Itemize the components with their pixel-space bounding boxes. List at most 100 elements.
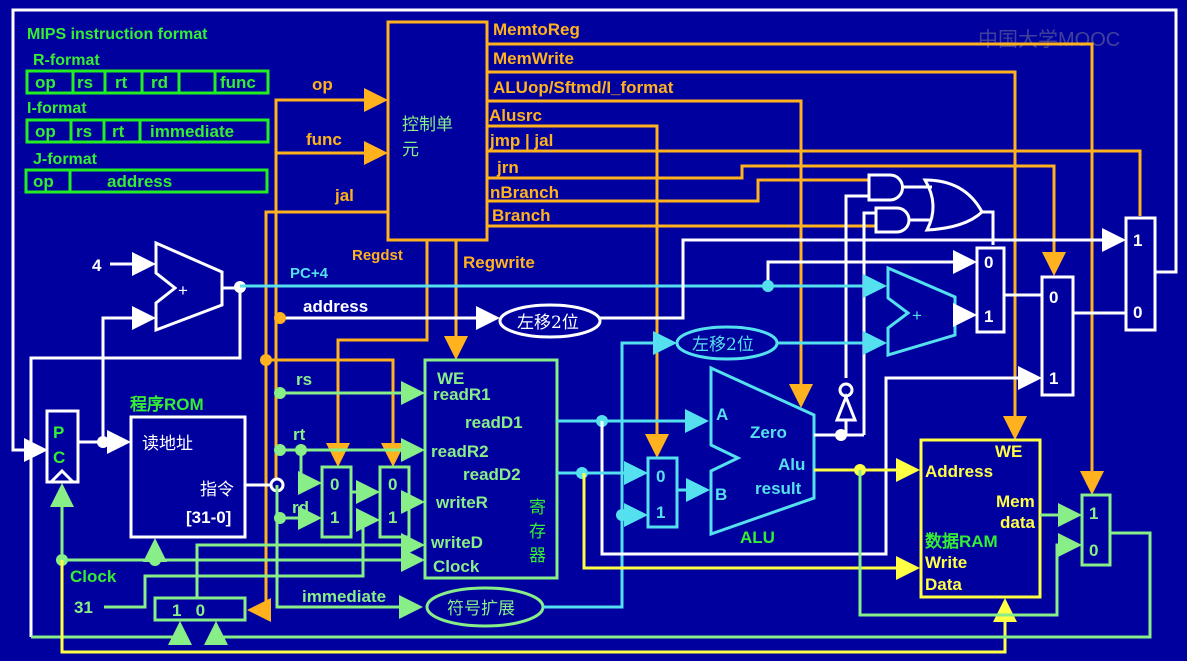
junction-dot: [576, 467, 588, 479]
alu-result-label-2: result: [755, 479, 802, 498]
regfile-name: 存: [529, 522, 546, 542]
alu-name: ALU: [740, 528, 775, 547]
i-field-immediate: immediate: [150, 122, 234, 141]
regfile-readr1: readR1: [433, 385, 491, 404]
i-field-rt: rt: [112, 122, 125, 141]
shift-left-branch-label: 左移2位: [692, 335, 754, 355]
mux-input-0: 0: [388, 475, 397, 494]
ram-write: Write: [925, 553, 967, 572]
label-immediate: immediate: [302, 587, 386, 606]
junction-dot: [274, 512, 286, 524]
i-format-label: I-format: [27, 100, 87, 117]
r-field-func: func: [220, 73, 256, 92]
regfile-writed: writeD: [430, 533, 483, 552]
junction-dot: [835, 429, 847, 441]
label-branch: Branch: [492, 206, 551, 225]
label-jrn: jrn: [496, 158, 519, 177]
junction-dot: [274, 444, 286, 456]
label-rs: rs: [296, 370, 312, 389]
label-jmp-jal: jmp | jal: [489, 131, 553, 150]
r-field-rt: rt: [115, 73, 128, 92]
label-regdst: Regdst: [352, 247, 403, 264]
label-memwrite: MemWrite: [493, 49, 574, 68]
label-const31: 31: [74, 598, 93, 617]
regfile-readr2: readR2: [431, 442, 489, 461]
label-clock: Clock: [70, 567, 117, 586]
label-const4: 4: [92, 256, 102, 275]
r-field-rs: rs: [77, 73, 93, 92]
plus-icon: +: [178, 281, 188, 300]
regfile-name: 器: [529, 546, 546, 566]
label-pc4: PC+4: [290, 265, 329, 282]
mux-input-0: 0: [984, 253, 993, 272]
mux-input-1: 1: [1133, 231, 1142, 250]
mux-input-1: 1: [656, 503, 665, 522]
regfile-readd2: readD2: [463, 465, 521, 484]
mux-input-1: 1: [330, 508, 339, 527]
junction-dot: [274, 312, 286, 324]
ram-data: Data: [925, 575, 962, 594]
label-rd: rd: [292, 498, 309, 517]
i-field-rs: rs: [76, 122, 92, 141]
label-op: op: [312, 75, 333, 94]
rom-bits: [31-0]: [186, 508, 231, 527]
regfile-name: 寄: [529, 498, 546, 518]
label-memtoreg: MemtoReg: [493, 20, 580, 39]
junction-dot: [274, 387, 286, 399]
sign-extend-label: 符号扩展: [447, 599, 515, 619]
label-rt: rt: [293, 425, 306, 444]
mux-input-1: 1: [984, 307, 993, 326]
mux-input-1: 1: [1089, 504, 1098, 523]
junction-dot: [260, 354, 272, 366]
junction-dot: [295, 444, 307, 456]
alu-input-b: B: [715, 485, 727, 504]
mux-input-0: 0: [656, 467, 665, 486]
mux-input-0: 0: [1089, 541, 1098, 560]
r-format-label: R-format: [33, 52, 100, 69]
writeback-mux-label: 1 0: [172, 601, 205, 620]
regfile-readd1: readD1: [465, 413, 523, 432]
i-field-op: op: [35, 122, 56, 141]
alu-result-label: Alu: [778, 455, 805, 474]
ram-name: 数据RAM: [925, 531, 998, 551]
pc-label-p: P: [53, 423, 64, 442]
alu-input-a: A: [716, 405, 728, 424]
regfile-writer: writeR: [435, 493, 488, 512]
control-unit-title-2: 元: [402, 140, 419, 160]
junction-dot: [97, 436, 109, 448]
label-jal: jal: [334, 186, 354, 205]
ram-address: Address: [925, 462, 993, 481]
junction-dot: [762, 280, 774, 292]
label-func: func: [306, 130, 342, 149]
r-field-rd: rd: [151, 73, 168, 92]
j-format-label: J-format: [33, 151, 98, 168]
mux-input-0: 0: [1133, 303, 1142, 322]
label-address: address: [303, 297, 368, 316]
ram-mem-data-2: data: [1000, 513, 1036, 532]
control-unit-title: 控制单: [402, 115, 453, 135]
label-aluop: ALUop/Sftmd/I_format: [493, 78, 674, 97]
j-field-op: op: [33, 172, 54, 191]
mux-input-1: 1: [388, 508, 397, 527]
junction-dot: [149, 554, 161, 566]
rom-title: 程序ROM: [130, 394, 204, 414]
format-title: MIPS instruction format: [27, 26, 208, 43]
r-field-op: op: [35, 73, 56, 92]
watermark-logo: 中国大学MOOC: [978, 28, 1120, 51]
shift-left-jump-label: 左移2位: [517, 313, 579, 333]
plus-icon: +: [912, 306, 922, 325]
alu-zero-label: Zero: [750, 423, 787, 442]
ram-mem-data: Mem: [996, 492, 1035, 511]
mux-input-0: 0: [1049, 288, 1058, 307]
ram-we: WE: [995, 442, 1022, 461]
mux-input-0: 0: [330, 475, 339, 494]
regfile-clock: Clock: [433, 557, 480, 576]
j-field-address: address: [107, 172, 172, 191]
rom-instruction: 指令: [200, 480, 234, 500]
mips-datapath-diagram: 中国大学MOOC MIPS instruction format R-forma…: [0, 0, 1187, 661]
label-nbranch: nBranch: [490, 183, 559, 202]
label-regwrite: Regwrite: [463, 253, 535, 272]
mux-input-1: 1: [1049, 369, 1058, 388]
rom-read-address: 读地址: [142, 434, 193, 454]
pc-label-c: C: [53, 448, 65, 467]
